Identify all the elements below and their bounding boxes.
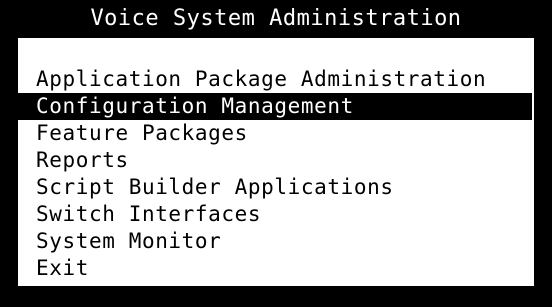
terminal-screen: Voice System Administration Application … bbox=[0, 0, 552, 307]
menu-item-reports[interactable]: Reports bbox=[18, 147, 534, 174]
menu-item-configuration-management[interactable]: Configuration Management bbox=[18, 93, 532, 120]
menu-item-application-package-administration[interactable]: Application Package Administration bbox=[18, 66, 534, 93]
menu-item-switch-interfaces[interactable]: Switch Interfaces bbox=[18, 201, 534, 228]
menu-item-feature-packages[interactable]: Feature Packages bbox=[18, 120, 534, 147]
menu-item-script-builder-applications[interactable]: Script Builder Applications bbox=[18, 174, 534, 201]
menu-panel: Application Package Administration Confi… bbox=[18, 38, 534, 286]
main-menu: Application Package Administration Confi… bbox=[18, 66, 534, 282]
menu-item-system-monitor[interactable]: System Monitor bbox=[18, 228, 534, 255]
menu-item-exit[interactable]: Exit bbox=[18, 255, 534, 282]
window-title: Voice System Administration bbox=[0, 0, 552, 38]
